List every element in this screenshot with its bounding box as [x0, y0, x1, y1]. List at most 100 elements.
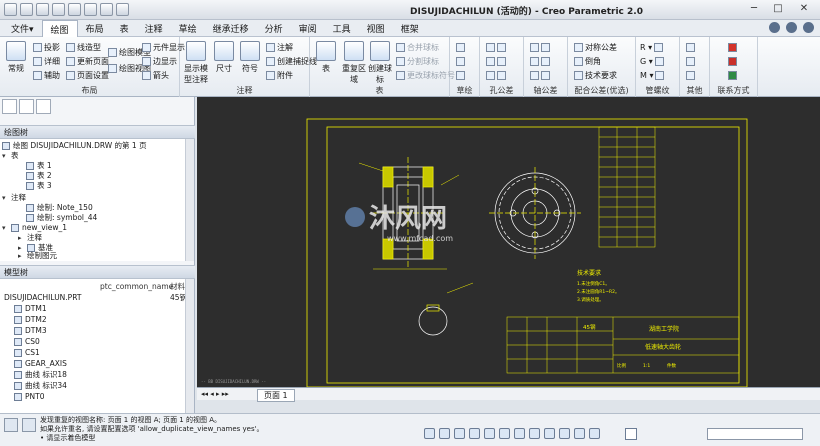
tree-node-view-entities[interactable]: ▸ 绘制图元: [18, 251, 57, 261]
menu-file[interactable]: 文件▾: [3, 20, 42, 37]
toggle-browser-icon[interactable]: [22, 418, 36, 432]
model-item-gear-axis[interactable]: GEAR_AXIS: [14, 359, 67, 369]
help-icon[interactable]: [769, 22, 780, 33]
update-sheet-button[interactable]: 更新页面: [66, 55, 109, 67]
select-tool-button[interactable]: [456, 41, 465, 53]
status-lock-icon[interactable]: [625, 428, 637, 440]
component-display-button[interactable]: 元件显示: [142, 41, 185, 53]
excel-button[interactable]: [728, 69, 737, 81]
tab-favorites-icon[interactable]: [36, 99, 51, 114]
tab-review[interactable]: 审阅: [291, 20, 325, 37]
arrow-button[interactable]: 箭头: [142, 69, 169, 81]
drawing-canvas[interactable]: 技术要求 1.未注倒角C1。 2.未注圆角R1~R2。 3.调质处理。 45钢 …: [197, 97, 820, 388]
sketch-line-button[interactable]: [456, 55, 465, 67]
auxiliary-button[interactable]: 辅助: [33, 69, 60, 81]
hole-tol-2[interactable]: [486, 55, 506, 67]
model-item-pnt0[interactable]: PNT0: [14, 392, 45, 402]
other-1[interactable]: [686, 41, 695, 53]
settings-icon[interactable]: [803, 22, 814, 33]
page-tab-1[interactable]: 页面 1: [257, 389, 295, 402]
change-balloon-symbol-button[interactable]: 更改球标符号: [396, 69, 455, 81]
plane-display-icon[interactable]: [529, 428, 540, 439]
repaint-icon[interactable]: [469, 428, 480, 439]
hole-tol-1[interactable]: [486, 41, 506, 53]
sketch-circle-button[interactable]: [456, 69, 465, 81]
collapse-icon[interactable]: ▾: [2, 223, 8, 233]
window-icon[interactable]: [100, 3, 113, 16]
save-icon[interactable]: [36, 3, 49, 16]
create-balloon-button[interactable]: 创建球标: [366, 41, 394, 85]
close-window-icon[interactable]: [116, 3, 129, 16]
maximize-button[interactable]: □: [766, 2, 790, 17]
selection-filter[interactable]: [707, 428, 803, 440]
drawing-tree-header[interactable]: 绘图树: [0, 125, 195, 139]
tree-root-drawing[interactable]: 绘图 DISUJIDACHILUN.DRW 的第 1 页: [2, 141, 147, 151]
minimize-button[interactable]: ─: [742, 2, 766, 17]
symbol-button[interactable]: 符号: [236, 41, 264, 74]
expand-icon[interactable]: ▸: [18, 251, 24, 261]
tab-table[interactable]: 表: [112, 20, 137, 37]
undo-icon[interactable]: [52, 3, 65, 16]
model-tree-header[interactable]: 模型树: [0, 265, 195, 279]
thread-g-button[interactable]: G ▾: [640, 55, 664, 67]
expand-icon[interactable]: ▸: [18, 233, 24, 243]
tab-layout[interactable]: 布局: [78, 20, 112, 37]
page-nav-arrows[interactable]: ◂◂ ◂ ▸ ▸▸: [201, 390, 229, 398]
drawing-tree-scrollbar[interactable]: [185, 139, 194, 261]
line-style-button[interactable]: 线造型: [66, 41, 101, 53]
tab-model-tree-icon[interactable]: [2, 99, 17, 114]
tree-node-table-1[interactable]: 表 1: [26, 161, 52, 171]
acrobat-button[interactable]: [728, 55, 737, 67]
tree-node-table-2[interactable]: 表 2: [26, 171, 52, 181]
edge-display-button[interactable]: 边显示: [142, 55, 177, 67]
model-item-cs1[interactable]: CS1: [14, 348, 40, 358]
tab-tools[interactable]: 工具: [325, 20, 359, 37]
model-item-dtm1[interactable]: DTM1: [14, 304, 47, 314]
repeat-region-button[interactable]: 重复区域: [340, 41, 368, 85]
tab-legacy-migration[interactable]: 继承迁移: [205, 20, 257, 37]
tab-folder-icon[interactable]: [19, 99, 34, 114]
model-item-cs0[interactable]: CS0: [14, 337, 40, 347]
tab-view[interactable]: 视图: [359, 20, 393, 37]
model-tree-scrollbar[interactable]: [185, 279, 194, 413]
tree-node-table-3[interactable]: 表 3: [26, 181, 52, 191]
tab-sketch[interactable]: 草绘: [171, 20, 205, 37]
regenerate-icon[interactable]: [84, 3, 97, 16]
column-header-name[interactable]: ptc_common_name: [100, 282, 173, 292]
column-header-material[interactable]: 材料: [170, 282, 185, 292]
tab-frame[interactable]: 框架: [393, 20, 427, 37]
tree-node-symbol-44[interactable]: 绘制: symbol_44: [26, 213, 97, 223]
shaft-tol-3[interactable]: [530, 69, 550, 81]
other-2[interactable]: [686, 55, 695, 67]
refit-icon[interactable]: [424, 428, 435, 439]
model-tree-root[interactable]: DISUJIDACHILUN.PRT: [4, 293, 81, 303]
close-button[interactable]: ✕: [792, 2, 816, 17]
open-file-icon[interactable]: [20, 3, 33, 16]
model-item-curve-34[interactable]: 曲线 标识34: [14, 381, 67, 391]
collapse-icon[interactable]: ▾: [2, 193, 8, 203]
collapse-icon[interactable]: ▾: [2, 151, 8, 161]
tab-drawing[interactable]: 绘图: [41, 20, 78, 38]
tree-node-notes[interactable]: ▾ 注释: [2, 193, 26, 203]
show-model-annotation-button[interactable]: 显示模型注释: [182, 41, 210, 85]
detailed-button[interactable]: 详细: [33, 55, 60, 67]
datum-display-icon[interactable]: [499, 428, 510, 439]
hole-tol-3[interactable]: [486, 69, 506, 81]
tech-requirements-button[interactable]: 技术要求: [574, 69, 617, 81]
tree-node-view-1[interactable]: ▾ new_view_1: [2, 223, 67, 233]
symmetric-tolerance-button[interactable]: 对称公差: [574, 41, 617, 53]
spin-center-icon[interactable]: [589, 428, 600, 439]
table-button[interactable]: 表: [312, 41, 340, 74]
shaft-tol-1[interactable]: [530, 41, 550, 53]
zoom-in-icon[interactable]: [439, 428, 450, 439]
shaft-tol-2[interactable]: [530, 55, 550, 67]
pdf-button[interactable]: [728, 41, 737, 53]
chamfer-button[interactable]: 倒角: [574, 55, 601, 67]
merge-balloon-button[interactable]: 合并球标: [396, 41, 439, 53]
search-icon[interactable]: [786, 22, 797, 33]
tab-annotate[interactable]: 注释: [137, 20, 171, 37]
point-display-icon[interactable]: [559, 428, 570, 439]
tab-analysis[interactable]: 分析: [257, 20, 291, 37]
page-setup-button[interactable]: 页面设置: [66, 69, 109, 81]
other-3[interactable]: [686, 69, 695, 81]
